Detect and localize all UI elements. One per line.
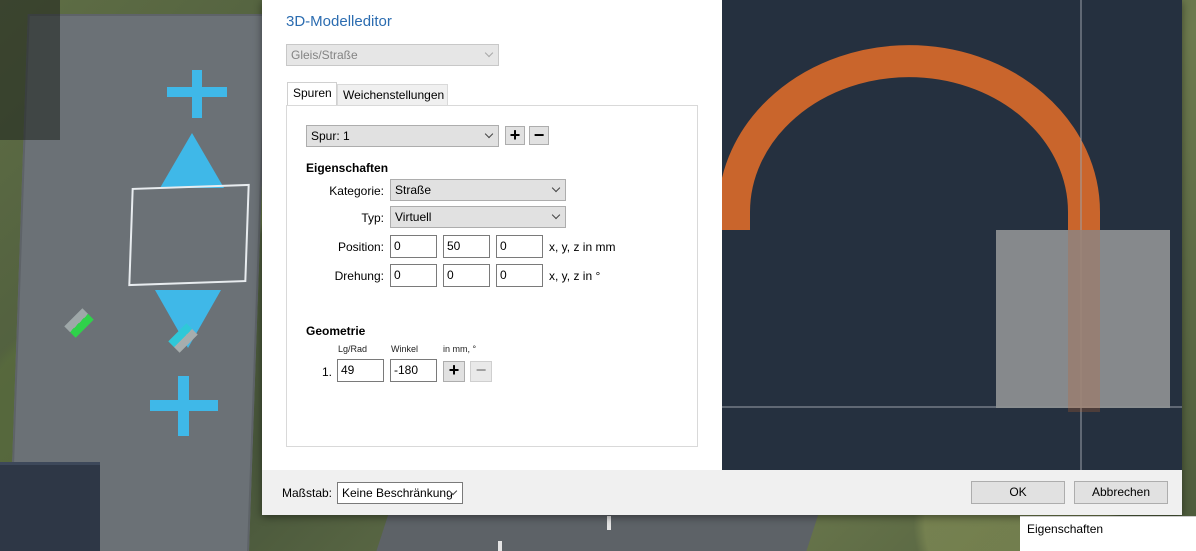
lane-marking bbox=[607, 516, 611, 530]
model-editor-dialog: 3D-Modelleditor Gleis/Straße Spuren Weic… bbox=[262, 0, 1182, 515]
geometry-length-input[interactable]: 49 bbox=[337, 359, 384, 382]
model-preview-canvas[interactable] bbox=[722, 0, 1182, 470]
geometry-angle-input[interactable]: -180 bbox=[390, 359, 437, 382]
geometry-row-index: 1. bbox=[322, 365, 333, 379]
gizmo-plus-icon-h[interactable] bbox=[167, 87, 227, 97]
add-segment-button[interactable]: + bbox=[443, 361, 465, 382]
chevron-down-icon bbox=[551, 210, 561, 220]
move-up-arrow-icon[interactable] bbox=[160, 133, 224, 188]
remove-track-button[interactable]: − bbox=[529, 126, 549, 145]
lane-marking bbox=[498, 541, 502, 551]
rotation-label: Drehung: bbox=[334, 269, 384, 283]
dialog-title: 3D-Modelleditor bbox=[286, 13, 392, 30]
position-label: Position: bbox=[337, 240, 384, 254]
track-select-value: Spur: 1 bbox=[311, 129, 350, 143]
track-arc bbox=[722, 45, 1100, 230]
track-end-overlay bbox=[1068, 230, 1100, 412]
selection-box bbox=[128, 183, 250, 287]
building-roof bbox=[0, 462, 100, 551]
model-type-value: Gleis/Straße bbox=[291, 48, 358, 62]
gizmo-plus-icon-h2[interactable] bbox=[150, 400, 218, 411]
road-shadow bbox=[0, 0, 60, 140]
dialog-footer: Maßstab: Keine Beschränkung OK Abbrechen bbox=[262, 470, 1182, 515]
tab-weichenstellungen[interactable]: Weichenstellungen bbox=[337, 84, 448, 105]
properties-heading: Eigenschaften bbox=[306, 161, 389, 175]
side-panel-title: Eigenschaften bbox=[1027, 522, 1104, 536]
ok-button[interactable]: OK bbox=[971, 481, 1065, 504]
geometry-col-angle: Winkel bbox=[391, 344, 419, 354]
minus-icon: − bbox=[533, 125, 545, 145]
type-select[interactable]: Virtuell bbox=[390, 206, 566, 228]
chevron-down-icon bbox=[484, 129, 494, 139]
type-label: Typ: bbox=[361, 211, 384, 225]
position-y-input[interactable]: 50 bbox=[443, 235, 490, 258]
properties-side-panel: Eigenschaften bbox=[1020, 516, 1196, 551]
plus-icon: + bbox=[509, 125, 521, 145]
chevron-down-icon bbox=[551, 183, 561, 193]
chevron-down-icon bbox=[484, 48, 494, 58]
preview-svg bbox=[722, 0, 1182, 470]
position-x-input[interactable]: 0 bbox=[390, 235, 437, 258]
position-unit: x, y, z in mm bbox=[549, 240, 616, 254]
position-z-input[interactable]: 0 bbox=[496, 235, 543, 258]
plus-icon: + bbox=[448, 360, 460, 380]
geometry-col-unit: in mm, ° bbox=[443, 344, 477, 354]
rotation-z-input[interactable]: 0 bbox=[496, 264, 543, 287]
category-label: Kategorie: bbox=[329, 184, 384, 198]
geometry-heading: Geometrie bbox=[306, 324, 366, 338]
tab-label: Spuren bbox=[293, 86, 332, 100]
add-track-button[interactable]: + bbox=[505, 126, 525, 145]
tab-label: Weichenstellungen bbox=[343, 88, 445, 102]
rotation-y-input[interactable]: 0 bbox=[443, 264, 490, 287]
lower-road bbox=[370, 510, 820, 551]
minus-icon: − bbox=[475, 360, 487, 380]
track-select[interactable]: Spur: 1 bbox=[306, 125, 499, 147]
scale-label: Maßstab: bbox=[282, 486, 333, 500]
category-select[interactable]: Straße bbox=[390, 179, 566, 201]
remove-segment-button[interactable]: − bbox=[470, 361, 492, 382]
tab-spuren[interactable]: Spuren bbox=[287, 82, 337, 105]
scale-value: Keine Beschränkung bbox=[342, 486, 453, 500]
editor-left-pane: 3D-Modelleditor Gleis/Straße Spuren Weic… bbox=[262, 0, 722, 470]
category-value: Straße bbox=[395, 183, 432, 197]
type-value: Virtuell bbox=[395, 210, 432, 224]
rotation-unit: x, y, z in ° bbox=[549, 269, 601, 283]
cancel-button[interactable]: Abbrechen bbox=[1074, 481, 1168, 504]
model-type-select[interactable]: Gleis/Straße bbox=[286, 44, 499, 66]
tracks-tab-panel: Spur: 1 + − Eigenschaften Kategorie: Str… bbox=[286, 105, 698, 447]
rotation-x-input[interactable]: 0 bbox=[390, 264, 437, 287]
geometry-col-length: Lg/Rad bbox=[338, 344, 368, 354]
scale-select[interactable]: Keine Beschränkung bbox=[337, 482, 463, 504]
